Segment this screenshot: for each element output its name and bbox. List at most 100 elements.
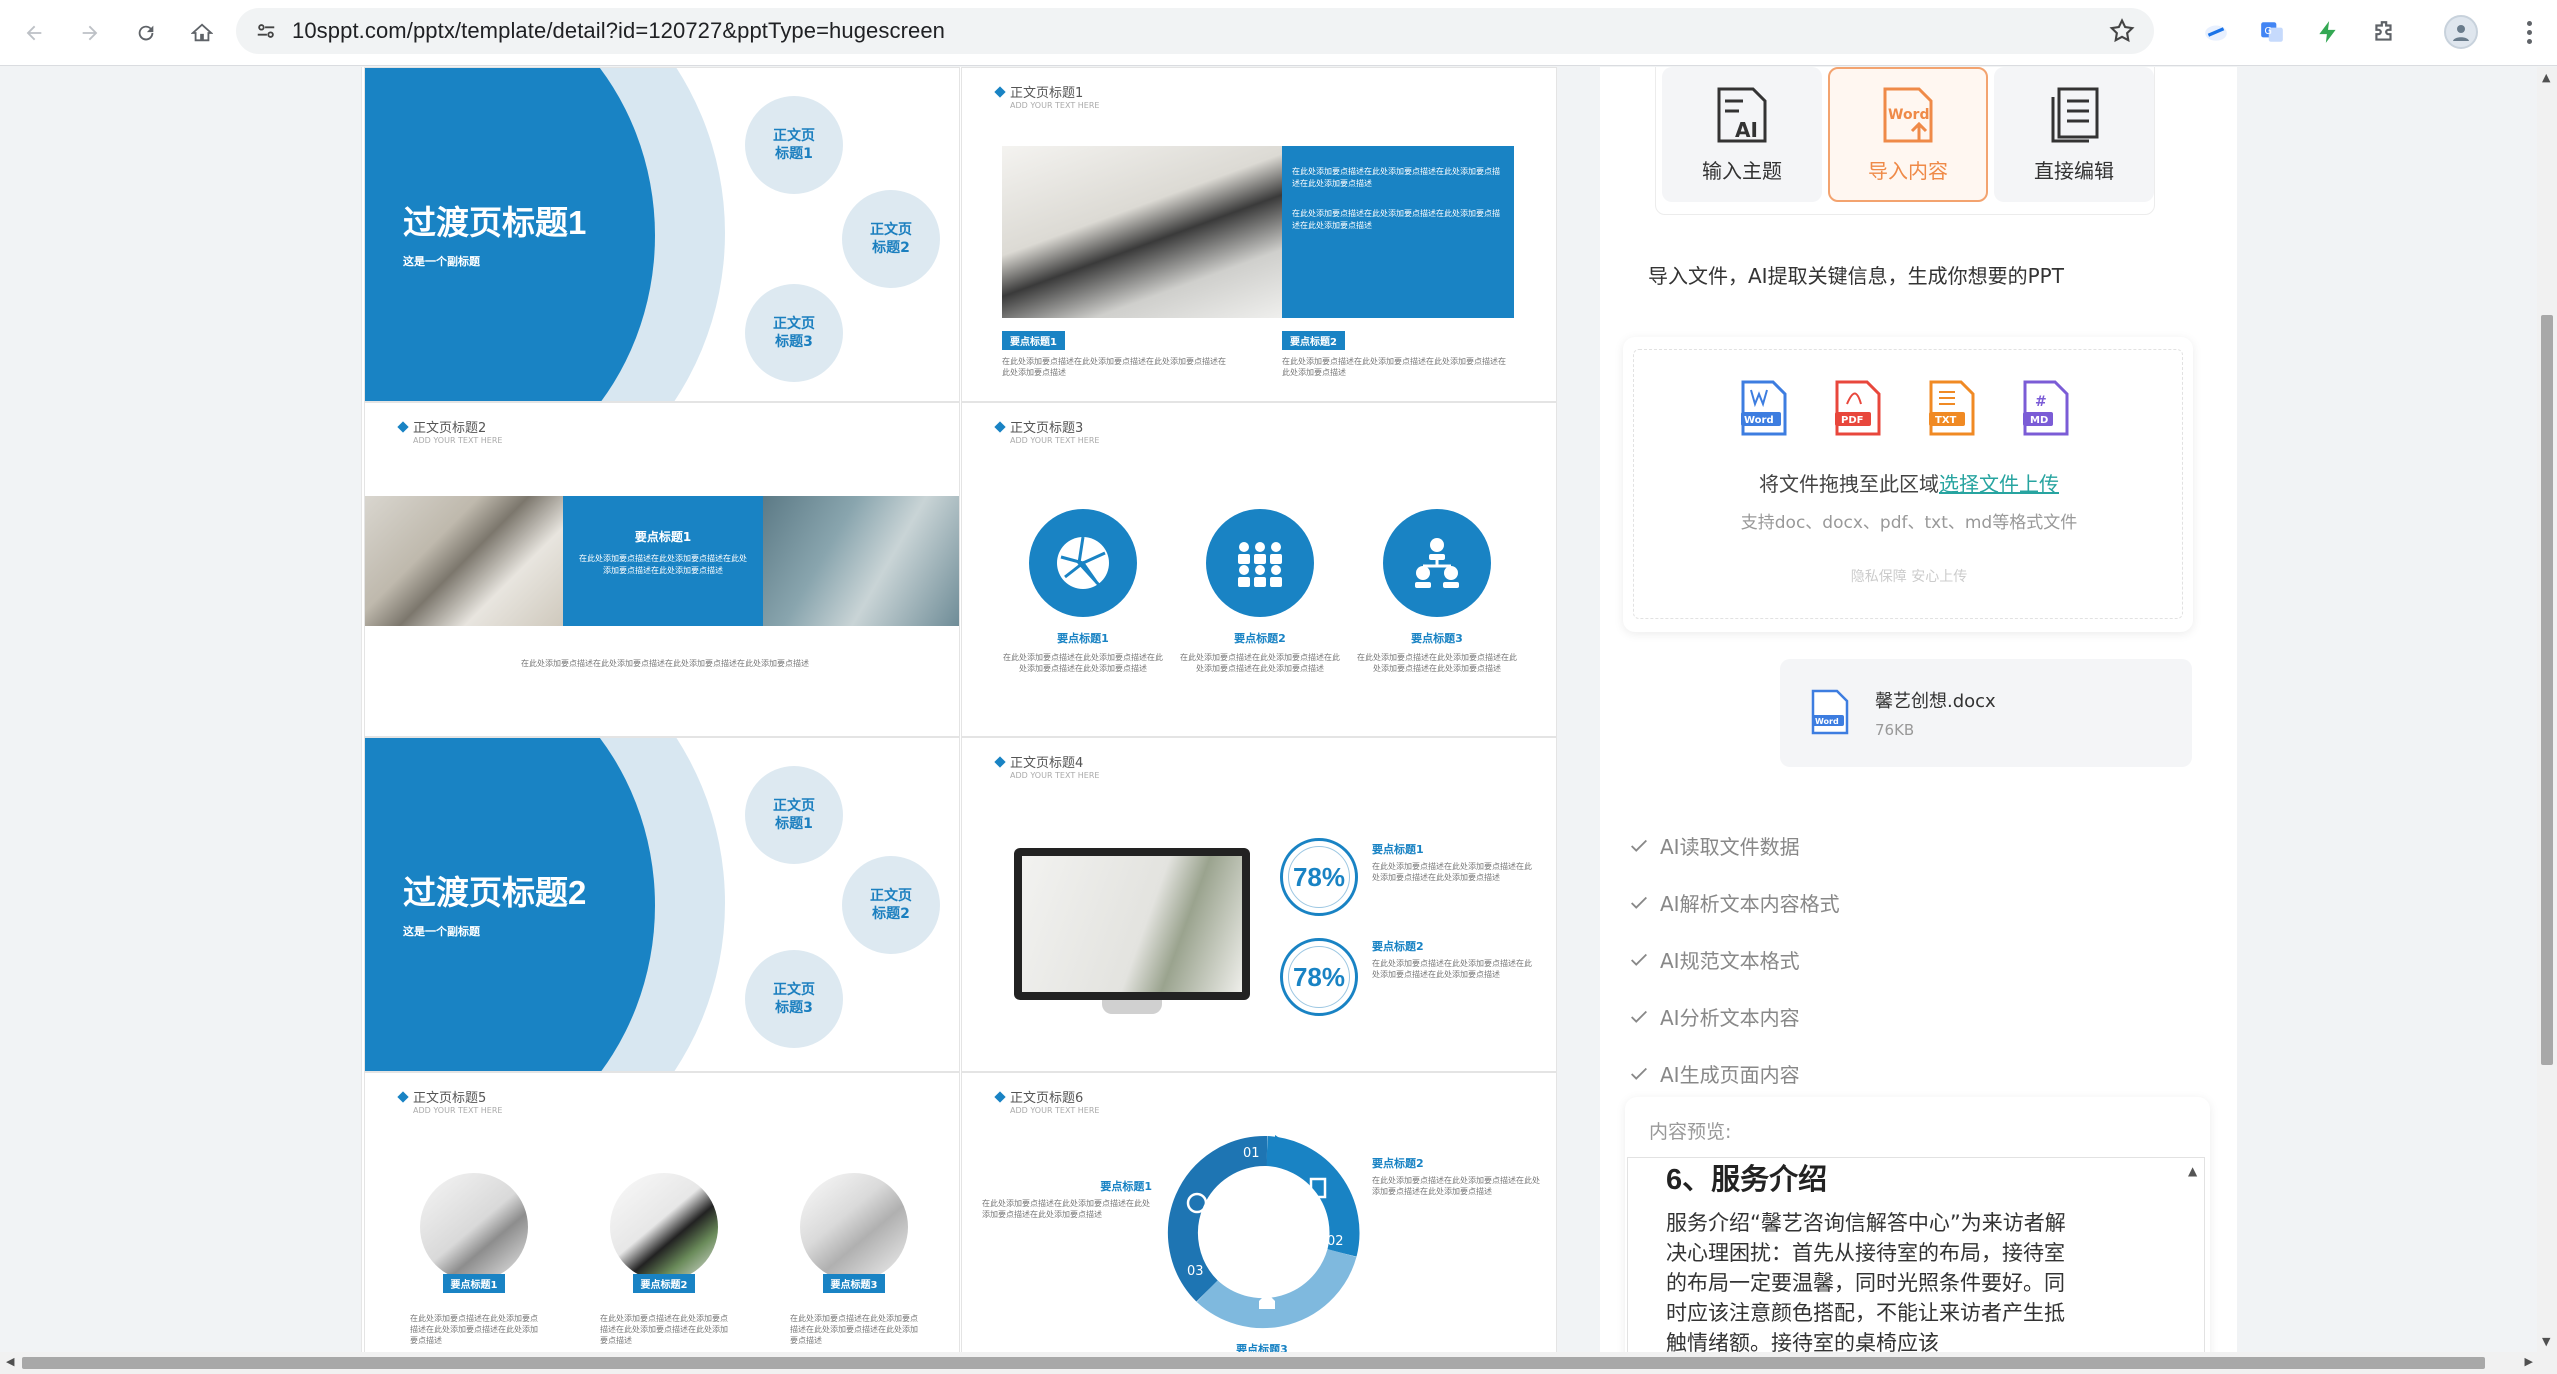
slide-heading: 正文页标题2 [397,417,486,436]
slide-body-1[interactable]: 正文页标题1 ADD YOUR TEXT HERE 在此处添加要点描述在此处添加… [961,67,1557,402]
slide-body-3[interactable]: 正文页标题3 ADD YOUR TEXT HERE 要点标题1 在此处添加要点描… [961,402,1557,737]
slide-transition-2[interactable]: 过渡页标题2 这是一个副标题 正文页 标题1 正文页 标题2 正文页 标题3 [364,737,960,1072]
monitor-stand [1102,1000,1162,1014]
ai-document-icon: AI [1717,87,1767,143]
percent-ring-1: 78% [1280,838,1358,916]
svg-text:G: G [2264,26,2272,37]
point-2: 要点标题2 在此处添加要点描述在此处添加要点描述在此处添加要点描述在此处添加要点… [1180,632,1340,673]
mode-input-topic[interactable]: AI 输入主题 [1662,67,1822,202]
file-drop-zone[interactable]: Word PDF TXT MD # 将文件拖拽至此区域选择文件上传 支持doc、d… [1623,337,2193,632]
preview-title: 6、服务介绍 [1666,1164,1828,1196]
slide-subhead: ADD YOUR TEXT HERE [413,1106,503,1115]
uploaded-file-card[interactable]: Word 馨艺创想.docx 76KB [1780,659,2192,767]
extension-translate[interactable]: G [2256,16,2288,48]
md-file-icon: MD # [2021,380,2071,436]
extension-bolt[interactable] [2312,16,2344,48]
slide-heading: 正文页标题1 [994,82,1083,101]
reload-button[interactable] [126,13,166,53]
supported-formats-text: 支持doc、docx、pdf、txt、md等格式文件 [1740,513,2078,533]
monitor-image [1014,848,1250,1000]
arrow-left-icon [26,25,42,40]
preview-scroll-up-icon[interactable]: ▲ [2188,1164,2200,1178]
scroll-up-icon[interactable]: ▲ [2542,71,2550,84]
puzzle-icon [2375,21,2392,41]
point-tag: 要点标题2 [1282,331,1345,350]
slide-body-6[interactable]: 正文页标题6 ADD YOUR TEXT HERE 01 02 03 要点标题1… [961,1072,1557,1352]
team-icon [1238,542,1282,587]
mode-direct-edit[interactable]: 直接编辑 [1994,67,2154,202]
svg-text:PDF: PDF [1841,415,1863,426]
mode-label: 导入内容 [1868,159,1948,183]
preview-scroll-area[interactable]: 6、服务介绍 服务介绍“馨艺咨询信解答中心”为来访者解决心理困扰：首先从接待室的… [1627,1157,2205,1352]
slide-body-2[interactable]: 正文页标题2 ADD YOUR TEXT HERE 要点标题1 在此处添加要点描… [364,402,960,737]
desk-photo [365,496,563,626]
check-icon [1631,1010,1647,1023]
reload-icon [138,25,154,40]
point-3: 要点标题3 [1236,1343,1288,1352]
profile-avatar[interactable] [2444,15,2478,49]
extensions-button[interactable] [2368,16,2400,48]
bubble-3: 正文页 标题3 [745,950,843,1048]
bubble-1: 正文页 标题1 [745,766,843,864]
back-button[interactable] [14,13,54,53]
ai-import-panel: AI 输入主题 Word 导入内容 直接编辑 导入文件，AI提取关键信息，生成你… [1600,67,2237,1352]
body-text: 在此处添加要点描述在此处添加要点描述在此处添加要点描述在此处添加要点描述 [790,1314,918,1345]
arrow-right-icon [82,25,98,40]
point-1: 要点标题1 [427,1273,521,1293]
svg-text:02: 02 [1327,1234,1344,1249]
notebook-photo [800,1173,908,1281]
user-icon [2453,25,2469,41]
text-panel: 在此处添加要点描述在此处添加要点描述在此处添加要点描述在此处添加要点描述 在此处… [1282,146,1514,318]
slide-body-4[interactable]: 正文页标题4 ADD YOUR TEXT HERE 78% 78% 要点标题1 … [961,737,1557,1072]
team-icon-circle [1206,509,1314,617]
slide-transition-1[interactable]: 过渡页标题1 这是一个副标题 正文页 标题1 正文页 标题2 正文页 标题3 [364,67,960,402]
tablet-photo [420,1173,528,1281]
step-item: AI读取文件数据 [1628,817,1840,874]
forward-button[interactable] [70,13,110,53]
point-2: 要点标题2 在此处添加要点描述在此处添加要点描述在此处添加要点描述在此处添加要点… [1372,940,1532,979]
browser-menu-button[interactable] [2514,12,2544,52]
site-settings-icon[interactable] [252,17,280,45]
slide-heading: 正文页标题3 [994,417,1083,436]
mode-import-content[interactable]: Word 导入内容 [1828,67,1988,202]
scroll-down-icon[interactable]: ▼ [2542,1335,2550,1348]
body-text: 在此处添加要点描述在此处添加要点描述在此处添加要点描述在此处添加要点描述 [410,1314,538,1345]
extension-1[interactable] [2200,16,2232,48]
svg-text:Word: Word [1744,415,1774,426]
globe-icon-circle [1029,509,1137,617]
address-bar[interactable]: 10sppt.com/pptx/template/detail?id=12072… [236,8,2154,54]
horizontal-scrollbar[interactable]: ◀ ▶ [0,1352,2557,1374]
scroll-left-icon[interactable]: ◀ [6,1355,14,1368]
body-text: 在此处添加要点描述在此处添加要点描述在此处添加要点描述在此处添加要点描述 [600,1314,728,1345]
vertical-scroll-thumb[interactable] [2541,315,2553,1065]
point-3: 要点标题3 [807,1273,901,1293]
meeting-photo [763,496,959,626]
home-icon [191,23,213,41]
url-text[interactable]: 10sppt.com/pptx/template/detail?id=12072… [292,18,945,44]
svg-text:AI: AI [1735,118,1758,142]
cloud-extension-icon [2205,25,2227,41]
translate-icon: G [2261,22,2283,42]
content-preview: 内容预览: 6、服务介绍 服务介绍“馨艺咨询信解答中心”为来访者解决心理困扰：首… [1625,1097,2210,1352]
choose-file-link[interactable]: 选择文件上传 [1939,472,2059,496]
home-button[interactable] [182,13,222,53]
slide-body-5[interactable]: 正文页标题5 ADD YOUR TEXT HERE 要点标题1 要点标题2 要点… [364,1072,960,1352]
slide-subhead: ADD YOUR TEXT HERE [413,436,503,445]
horizontal-scroll-thumb[interactable] [22,1357,2485,1369]
processing-steps: AI读取文件数据 AI解析文本内容格式 AI规范文本格式 AI分析文本内容 AI… [1628,817,1840,1102]
vertical-scrollbar[interactable]: ▲ ▼ [2537,67,2557,1352]
bookmark-star-icon[interactable] [2108,17,2136,45]
bubble-2: 正文页 标题2 [842,856,940,954]
body-text: 在此处添加要点描述在此处添加要点描述在此处添加要点描述在此处添加要点描述 [521,659,809,668]
browser-toolbar: 10sppt.com/pptx/template/detail?id=12072… [0,0,2557,66]
network-icon-circle [1383,509,1491,617]
edit-document-icon [2051,87,2099,143]
file-name: 馨艺创想.docx [1875,691,1996,712]
slide-subhead: ADD YOUR TEXT HERE [1010,101,1100,110]
extensions-bar: G [2200,10,2544,54]
slide-heading: 正文页标题5 [397,1087,486,1106]
slide-subhead: ADD YOUR TEXT HERE [1010,436,1100,445]
scroll-right-icon[interactable]: ▶ [2525,1355,2533,1368]
check-icon [1631,839,1647,852]
laptop-photo [1002,146,1282,318]
